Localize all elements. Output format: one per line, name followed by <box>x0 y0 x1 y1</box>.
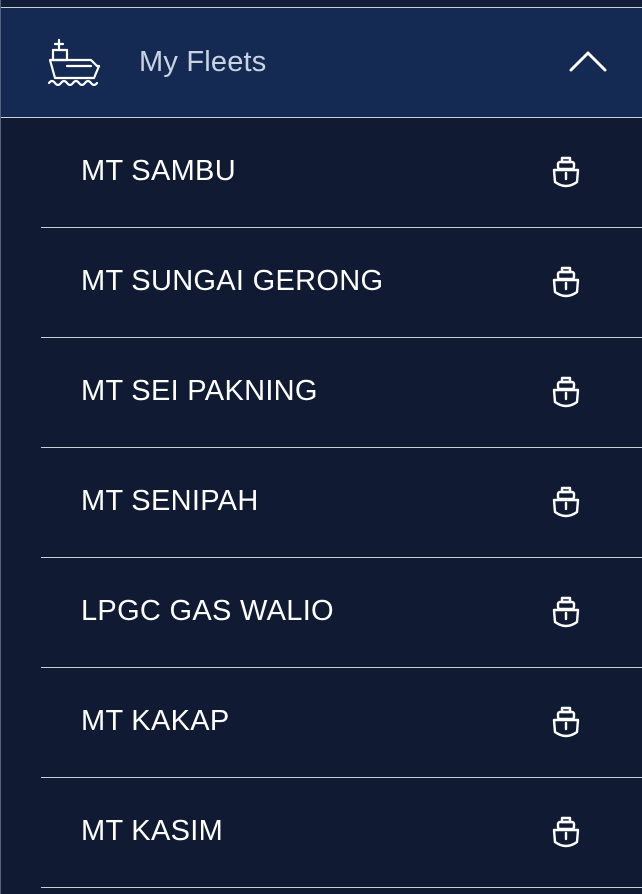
ship-bow-icon <box>552 816 580 848</box>
fleet-item-mt-sambu[interactable]: MT SAMBU <box>41 118 642 228</box>
chevron-up-icon[interactable] <box>568 48 608 74</box>
my-fleets-title: My Fleets <box>139 46 267 78</box>
fleet-item-mt-kakap[interactable]: MT KAKAP <box>41 668 642 778</box>
fleet-panel: My Fleets MT SAMBU MT SUNGAI GERONG MT S… <box>0 0 642 894</box>
ship-bow-icon <box>552 376 580 408</box>
fleet-item-mt-kasim[interactable]: MT KASIM <box>41 778 642 888</box>
fleet-list: MT SAMBU MT SUNGAI GERONG MT SEI PAKNING <box>1 118 642 888</box>
previous-section-edge <box>1 0 642 8</box>
fleet-item-mt-senipah[interactable]: MT SENIPAH <box>41 448 642 558</box>
fleet-item-label: MT SEI PAKNING <box>81 375 318 407</box>
fleet-item-label: MT SENIPAH <box>81 485 259 517</box>
ship-bow-icon <box>552 266 580 298</box>
fleet-item-lpgc-gas-walio[interactable]: LPGC GAS WALIO <box>41 558 642 668</box>
fleet-item-mt-sungai-gerong[interactable]: MT SUNGAI GERONG <box>41 228 642 338</box>
ship-bow-icon <box>552 156 580 188</box>
my-fleets-header[interactable]: My Fleets <box>1 8 642 118</box>
fleet-item-label: MT SAMBU <box>81 155 236 187</box>
ship-bow-icon <box>552 486 580 518</box>
fleet-item-mt-sei-pakning[interactable]: MT SEI PAKNING <box>41 338 642 448</box>
ship-bow-icon <box>552 706 580 738</box>
ship-icon <box>47 38 101 87</box>
fleet-item-label: MT KASIM <box>81 815 224 847</box>
fleet-item-label: MT KAKAP <box>81 705 230 737</box>
ship-bow-icon <box>552 596 580 628</box>
fleet-item-label: MT SUNGAI GERONG <box>81 265 384 297</box>
fleet-item-label: LPGC GAS WALIO <box>81 595 334 627</box>
